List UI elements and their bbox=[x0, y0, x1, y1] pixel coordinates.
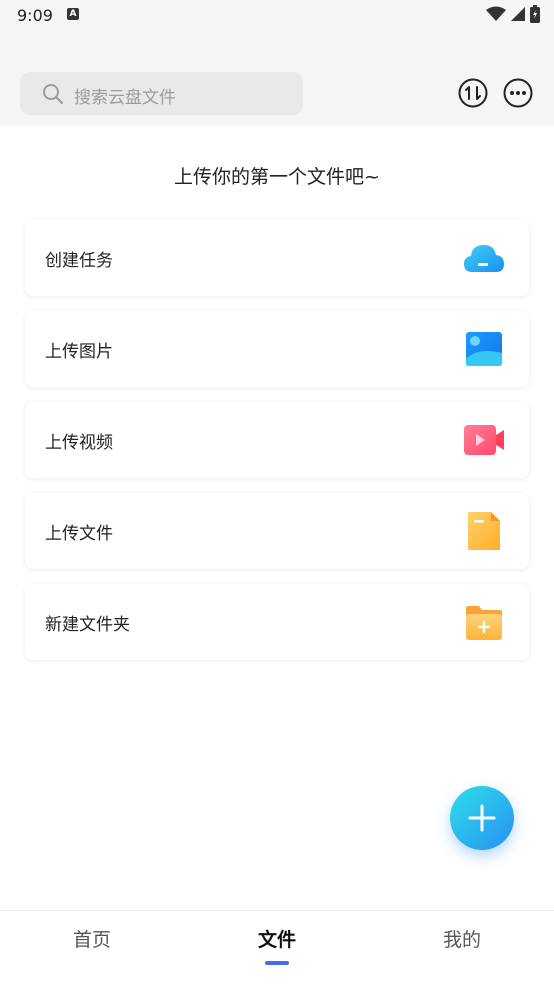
signal-icon bbox=[511, 7, 525, 21]
card-label: 上传文件 bbox=[45, 524, 113, 544]
battery-icon bbox=[530, 5, 540, 23]
card-label: 上传视频 bbox=[45, 433, 113, 453]
search-input[interactable]: 搜索云盘文件 bbox=[20, 72, 303, 115]
card-label: 创建任务 bbox=[45, 251, 113, 271]
status-icons bbox=[486, 5, 540, 23]
keyboard-indicator-icon: A bbox=[67, 8, 79, 20]
add-fab-button[interactable] bbox=[450, 786, 514, 850]
image-icon bbox=[466, 332, 502, 366]
create-task-card[interactable]: 创建任务 bbox=[25, 220, 529, 296]
bottom-navigation: 首页 文件 我的 bbox=[0, 910, 554, 985]
card-label: 新建文件夹 bbox=[45, 615, 130, 635]
new-folder-card[interactable]: 新建文件夹 bbox=[25, 584, 529, 660]
plus-icon bbox=[468, 804, 496, 832]
search-placeholder: 搜索云盘文件 bbox=[74, 88, 176, 108]
nav-tab-files[interactable]: 文件 bbox=[227, 925, 327, 952]
folder-add-icon bbox=[466, 606, 502, 640]
nav-tab-home[interactable]: 首页 bbox=[42, 925, 142, 952]
nav-tab-mine[interactable]: 我的 bbox=[412, 925, 512, 952]
document-icon bbox=[468, 512, 500, 550]
status-time: 9:09 bbox=[17, 6, 53, 25]
wifi-icon bbox=[486, 6, 506, 21]
more-options-icon[interactable] bbox=[503, 78, 533, 108]
active-tab-indicator bbox=[265, 961, 289, 965]
card-label: 上传图片 bbox=[45, 342, 113, 362]
upload-image-card[interactable]: 上传图片 bbox=[25, 311, 529, 387]
video-icon bbox=[464, 425, 504, 455]
status-bar: 9:09 A bbox=[0, 0, 554, 32]
search-icon bbox=[43, 84, 63, 104]
sort-icon[interactable] bbox=[458, 78, 488, 108]
upload-file-card[interactable]: 上传文件 bbox=[25, 493, 529, 569]
cloud-download-icon bbox=[464, 245, 504, 272]
empty-hint: 上传你的第一个文件吧~ bbox=[174, 166, 380, 188]
upload-video-card[interactable]: 上传视频 bbox=[25, 402, 529, 478]
